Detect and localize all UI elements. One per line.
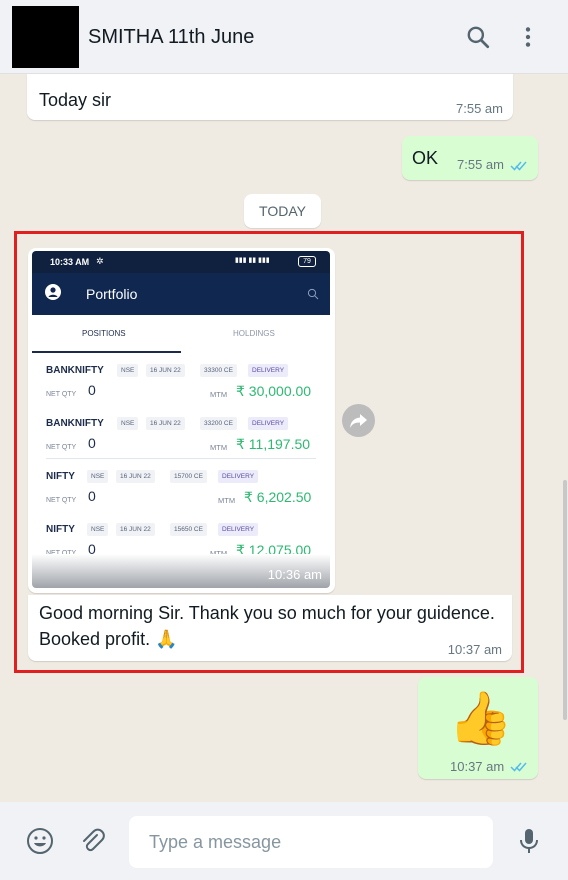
compose-bar xyxy=(0,802,568,880)
net-qty-value: 0 xyxy=(88,382,96,398)
exchange-chip: NSE xyxy=(87,470,109,483)
row-divider xyxy=(46,458,316,459)
tab-positions: POSITIONS xyxy=(82,329,126,338)
mtm-value: ₹ 30,000.00 xyxy=(236,383,312,399)
type-chip: DELIVERY xyxy=(218,470,259,483)
position-symbol: BANKNIFTY xyxy=(46,418,104,429)
image-bottom-gradient: 10:36 am xyxy=(32,554,330,588)
message-time: 10:37 am xyxy=(447,642,502,657)
mtm-value: ₹ 11,197.50 xyxy=(236,436,311,452)
expiry-chip: 16 JUN 22 xyxy=(116,470,155,483)
exchange-chip: NSE xyxy=(87,523,109,536)
position-symbol: NIFTY xyxy=(46,471,75,482)
strike-chip: 15700 CE xyxy=(170,470,207,483)
scrollbar[interactable] xyxy=(563,480,567,720)
contact-avatar[interactable] xyxy=(12,6,79,68)
forward-button[interactable] xyxy=(342,404,375,437)
phone-status-bar: 10:33 AM ✲ ▮▮▮ ▮▮ ▮▮▮ 79 xyxy=(32,251,330,273)
exchange-chip: NSE xyxy=(117,417,139,430)
message-time: 7:55 am xyxy=(457,157,504,172)
strike-chip: 33300 CE xyxy=(200,364,237,377)
net-qty-label: NET QTY xyxy=(46,391,77,398)
app-title: Portfolio xyxy=(86,286,138,302)
net-qty-value: 0 xyxy=(88,488,96,504)
caption-line-1: Good morning Sir. Thank you so much for … xyxy=(39,603,495,623)
position-row: NIFTY NSE 16 JUN 22 15700 CE DELIVERY NE… xyxy=(32,463,330,516)
net-qty-value: 0 xyxy=(88,435,96,451)
position-symbol: BANKNIFTY xyxy=(46,365,104,376)
profile-icon xyxy=(45,284,61,300)
message-time: 10:37 am xyxy=(450,759,505,774)
message-outgoing-emoji[interactable]: 👍 10:37 am xyxy=(418,677,538,779)
shared-screenshot-image[interactable]: 10:33 AM ✲ ▮▮▮ ▮▮ ▮▮▮ 79 Portfolio POSIT… xyxy=(32,251,330,588)
type-chip: DELIVERY xyxy=(218,523,259,536)
signal-icons: ▮▮▮ ▮▮ ▮▮▮ xyxy=(235,257,270,264)
settings-gear-icon: ✲ xyxy=(96,256,104,266)
mtm-value: ₹ 6,202.50 xyxy=(244,489,312,505)
message-outgoing[interactable]: OK 7:55 am xyxy=(402,136,538,180)
caption-line-2: Booked profit. 🙏 xyxy=(39,629,178,649)
message-input[interactable] xyxy=(149,816,479,868)
strike-chip: 33200 CE xyxy=(200,417,237,430)
battery-icon: 79 xyxy=(298,256,316,267)
tab-holdings: HOLDINGS xyxy=(233,329,275,338)
portfolio-app-bar: Portfolio xyxy=(32,273,330,315)
mtm-label: MTM xyxy=(218,496,236,505)
message-text: OK xyxy=(412,148,439,168)
type-chip: DELIVERY xyxy=(248,417,289,430)
message-caption[interactable]: Good morning Sir. Thank you so much for … xyxy=(28,595,512,661)
position-row: BANKNIFTY NSE 16 JUN 22 33200 CE DELIVER… xyxy=(32,410,330,463)
emoji-icon[interactable] xyxy=(25,826,55,856)
date-chip: TODAY xyxy=(244,194,321,228)
expiry-chip: 16 JUN 22 xyxy=(116,523,155,536)
contact-name[interactable]: SMITHA 11th June xyxy=(88,26,254,49)
mic-icon[interactable] xyxy=(514,826,544,856)
position-symbol: NIFTY xyxy=(46,524,75,535)
tab-indicator xyxy=(32,351,181,353)
message-input-box[interactable] xyxy=(129,816,493,868)
chat-header: SMITHA 11th June xyxy=(0,0,568,74)
mtm-label: MTM xyxy=(210,443,228,452)
attach-icon[interactable] xyxy=(77,826,107,856)
status-time: 10:33 AM xyxy=(50,257,90,267)
search-icon xyxy=(307,288,319,300)
forward-icon xyxy=(350,414,367,428)
message-text: Today sir xyxy=(39,90,112,110)
strike-chip: 15650 CE xyxy=(170,523,207,536)
mtm-label: MTM xyxy=(210,390,228,399)
search-icon[interactable] xyxy=(465,24,491,50)
expiry-chip: 16 JUN 22 xyxy=(146,364,185,377)
net-qty-label: NET QTY xyxy=(46,497,77,504)
position-row: BANKNIFTY NSE 16 JUN 22 33300 CE DELIVER… xyxy=(32,357,330,410)
exchange-chip: NSE xyxy=(117,364,139,377)
message-incoming[interactable]: Today sir 7:55 am xyxy=(27,74,513,120)
expiry-chip: 16 JUN 22 xyxy=(146,417,185,430)
read-ticks-icon xyxy=(510,762,527,772)
read-ticks-icon xyxy=(510,161,527,171)
net-qty-label: NET QTY xyxy=(46,444,77,451)
image-time: 10:36 am xyxy=(267,567,322,582)
menu-icon[interactable] xyxy=(515,24,541,50)
message-time: 7:55 am xyxy=(456,101,503,116)
thumbs-up-emoji: 👍 xyxy=(448,690,513,748)
portfolio-tabs: POSITIONS HOLDINGS xyxy=(32,315,330,353)
type-chip: DELIVERY xyxy=(248,364,289,377)
